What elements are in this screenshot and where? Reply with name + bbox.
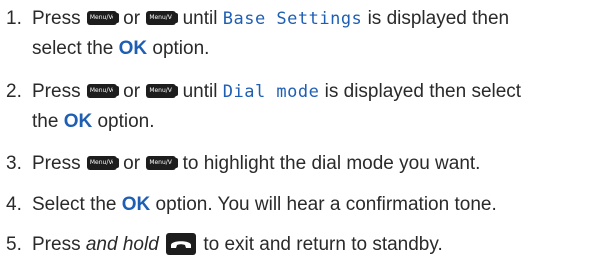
step-4: 4. Select the OK option. You will hear a … bbox=[6, 190, 584, 219]
emphasis-text: and hold bbox=[85, 234, 159, 255]
step-number: 2. bbox=[6, 81, 22, 102]
instruction-steps: 1. Press Menu/Vol+ or Menu/Vol- until Bas… bbox=[0, 0, 589, 262]
menu-vol-up-key-icon: Menu/Vol+ bbox=[86, 156, 122, 170]
step-2-line-2: the OK option. bbox=[32, 111, 155, 132]
display-text: Dial mode bbox=[222, 82, 320, 102]
step-3: 3. Press Menu/Vol+ or Menu/Vol- to highli… bbox=[6, 149, 584, 178]
display-text: Base Settings bbox=[222, 9, 363, 29]
ok-option-text: OK bbox=[63, 111, 93, 132]
ok-option-text: OK bbox=[121, 194, 151, 215]
step-1-line-1: 1. Press Menu/Vol+ or Menu/Vol- until Bas… bbox=[6, 4, 584, 34]
step-number: 1. bbox=[6, 8, 22, 29]
menu-vol-up-key-icon: Menu/Vol+ bbox=[86, 11, 122, 25]
step-2-line-1: 2. Press Menu/Vol+ or Menu/Vol- until Dia… bbox=[6, 77, 584, 107]
phone-hangup-icon bbox=[166, 233, 197, 255]
menu-vol-up-key-icon: Menu/Vol+ bbox=[86, 84, 122, 98]
step-1-line-2: select the OK option. bbox=[32, 38, 210, 59]
step-5: 5. Press and hold to exit and return to s… bbox=[6, 230, 584, 259]
step-number: 5. bbox=[6, 234, 22, 255]
menu-vol-down-key-icon: Menu/Vol- bbox=[146, 156, 179, 170]
step-2: 2. Press Menu/Vol+ or Menu/Vol- until Dia… bbox=[6, 77, 584, 136]
step-number: 3. bbox=[6, 153, 22, 174]
menu-vol-down-key-icon: Menu/Vol- bbox=[146, 11, 179, 25]
step-1: 1. Press Menu/Vol+ or Menu/Vol- until Bas… bbox=[6, 4, 584, 63]
step-number: 4. bbox=[6, 194, 22, 215]
menu-vol-down-key-icon: Menu/Vol- bbox=[146, 84, 179, 98]
ok-option-text: OK bbox=[118, 38, 148, 59]
